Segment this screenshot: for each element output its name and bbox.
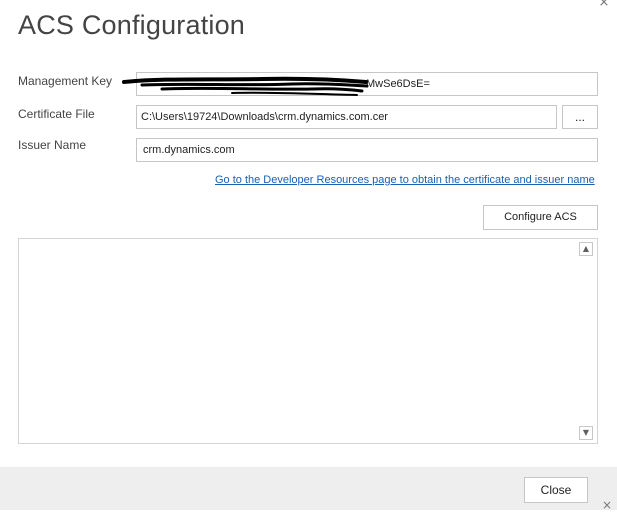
dialog-title: ACS Configuration bbox=[18, 10, 246, 40]
vertical-scrollbar[interactable]: ▲ ▼ bbox=[578, 241, 595, 441]
scroll-down-icon[interactable]: ▼ bbox=[579, 426, 593, 440]
configure-acs-button[interactable]: Configure ACS bbox=[483, 205, 598, 230]
issuer-name-field[interactable]: crm.dynamics.com bbox=[136, 138, 598, 162]
certificate-file-field[interactable]: C:\Users\19724\Downloads\crm.dynamics.co… bbox=[136, 105, 557, 129]
acs-configuration-dialog: × ACS Configuration Management Key MwSe6… bbox=[0, 0, 617, 511]
output-log-textarea[interactable]: ▲ ▼ bbox=[18, 238, 598, 444]
scroll-up-icon[interactable]: ▲ bbox=[579, 242, 593, 256]
issuer-name-label: Issuer Name bbox=[18, 138, 87, 152]
developer-resources-link[interactable]: Go to the Developer Resources page to ob… bbox=[215, 174, 595, 186]
corner-close-icon[interactable]: × bbox=[602, 499, 612, 511]
dialog-footer: Close bbox=[0, 467, 617, 510]
management-key-label: Management Key bbox=[18, 74, 113, 88]
close-button[interactable]: Close bbox=[524, 477, 588, 503]
redaction-mark bbox=[122, 76, 369, 96]
browse-button[interactable]: ... bbox=[562, 105, 598, 129]
certificate-file-label: Certificate File bbox=[18, 107, 95, 121]
close-icon[interactable]: × bbox=[596, 0, 612, 10]
management-key-value: MwSe6DsE= bbox=[366, 78, 430, 90]
